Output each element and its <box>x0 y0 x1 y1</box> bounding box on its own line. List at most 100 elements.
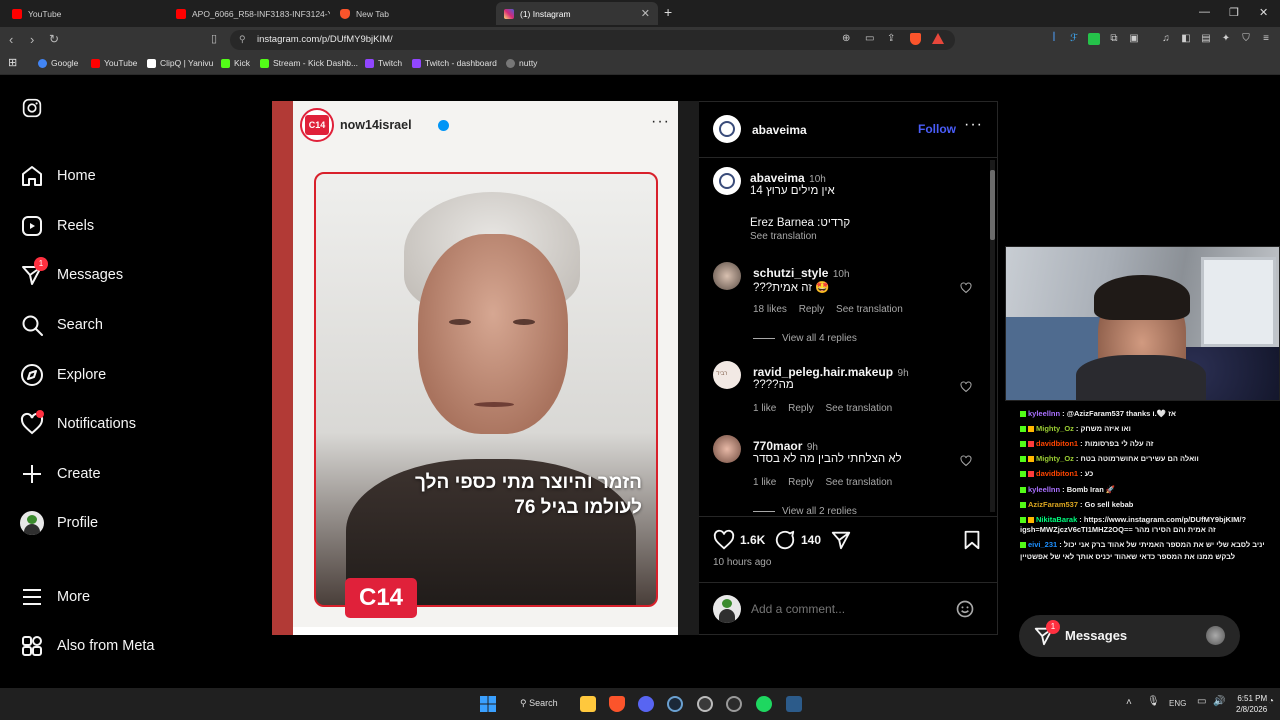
instagram-logo-icon[interactable] <box>22 98 42 118</box>
view-replies-button[interactable]: View all 2 replies <box>753 506 857 514</box>
comment-username[interactable]: schutzi_style <box>753 266 828 280</box>
bookmark-nutty[interactable]: nutty <box>506 58 537 68</box>
view-replies-button[interactable]: View all 4 replies <box>753 333 857 344</box>
bookmark-twitch[interactable]: Twitch <box>365 58 402 68</box>
forward-icon[interactable]: › <box>30 32 34 47</box>
comment-username[interactable]: ravid_peleg.hair.makeup <box>753 365 893 379</box>
translate-extension-icon[interactable]: ꟾ <box>1048 33 1060 45</box>
caption-avatar[interactable] <box>713 167 741 195</box>
network-icon[interactable]: ▭ <box>1197 696 1206 707</box>
windows-start-icon[interactable] <box>480 696 496 712</box>
bookmark-kick-dashboard[interactable]: Stream - Kick Dashb... <box>260 58 358 68</box>
apps-grid-icon[interactable]: ⊞ <box>8 56 17 69</box>
cast-icon[interactable]: ▭ <box>865 33 874 44</box>
see-translation-link[interactable]: See translation <box>826 403 893 414</box>
extension-box-icon[interactable]: ▣ <box>1128 33 1140 45</box>
like-comment-heart-icon[interactable] <box>960 455 972 467</box>
close-tab-icon[interactable]: ✕ <box>641 7 650 20</box>
nav-search[interactable]: Search <box>20 311 103 339</box>
menu-icon[interactable]: ≡ <box>1260 33 1272 45</box>
extension-icon[interactable]: ℱ <box>1068 33 1080 45</box>
post-media[interactable]: C14 now14israel ··· הזמר והיוצר מתי כספי… <box>272 101 699 635</box>
url-bar[interactable]: ⚲ instagram.com/p/DUfMY9bjKIM/ ⊕ ▭ ⇪ <box>230 30 955 50</box>
share-icon[interactable] <box>830 529 852 551</box>
comment-count[interactable]: 140 <box>801 533 821 547</box>
bookmark-google[interactable]: Google <box>38 58 78 68</box>
comment-likes[interactable]: 18 likes <box>753 304 787 315</box>
nav-home[interactable]: Home <box>20 162 96 190</box>
clock[interactable]: 6:51 PM 2/8/2026 <box>1236 693 1267 715</box>
nav-reels[interactable]: Reels <box>20 212 94 240</box>
nav-explore[interactable]: Explore <box>20 361 106 389</box>
wallet-icon[interactable]: ▤ <box>1200 33 1212 45</box>
spotify-icon[interactable] <box>756 696 772 712</box>
emoji-icon[interactable] <box>955 599 975 619</box>
taskbar-search[interactable]: ⚲ Search <box>520 698 558 709</box>
steam-icon[interactable] <box>667 696 683 712</box>
bookmark-clipq[interactable]: ClipQ | Yanivu <box>147 58 213 68</box>
tab-new-tab[interactable]: New Tab <box>332 2 494 25</box>
commenter-avatar[interactable]: רביד <box>713 361 741 389</box>
commenter-avatar[interactable] <box>713 435 741 463</box>
close-window-icon[interactable]: ✕ <box>1259 6 1268 19</box>
save-bookmark-icon[interactable] <box>961 529 983 551</box>
comment-username[interactable]: 770maor <box>753 439 802 453</box>
site-info-icon[interactable]: ⚲ <box>239 34 246 45</box>
microphone-icon[interactable]: 🎙 <box>1147 696 1160 707</box>
new-tab-icon[interactable]: + <box>664 4 672 20</box>
nav-create[interactable]: Create <box>20 460 101 488</box>
nav-profile[interactable]: Profile <box>20 509 98 537</box>
discord-icon[interactable] <box>638 696 654 712</box>
more-options-icon[interactable]: ··· <box>964 116 983 134</box>
app-icon[interactable] <box>786 696 802 712</box>
brave-icon[interactable] <box>609 696 625 712</box>
file-explorer-icon[interactable] <box>580 696 596 712</box>
brave-shields-icon[interactable] <box>910 33 921 45</box>
language-indicator[interactable]: ENG <box>1169 699 1186 708</box>
extension-green-icon[interactable] <box>1088 33 1100 45</box>
minimize-icon[interactable]: — <box>1199 6 1210 18</box>
obs-icon[interactable] <box>697 696 713 712</box>
add-comment-input[interactable] <box>751 600 941 618</box>
commenter-avatar[interactable] <box>713 262 741 290</box>
bookmark-twitch-dashboard[interactable]: Twitch - dashboard <box>412 58 497 68</box>
like-comment-heart-icon[interactable] <box>960 282 972 294</box>
see-translation-link[interactable]: See translation <box>836 304 903 315</box>
puzzle-icon[interactable]: ⧉ <box>1108 33 1120 45</box>
see-translation-link[interactable]: See translation <box>750 231 817 242</box>
nav-also-from-meta[interactable]: Also from Meta <box>20 632 155 660</box>
reply-button[interactable]: Reply <box>799 304 825 315</box>
see-translation-link[interactable]: See translation <box>826 477 893 488</box>
sidebar-toggle-icon[interactable]: ◧ <box>1180 33 1192 45</box>
tab-youtube[interactable]: YouTube <box>4 2 166 25</box>
reload-icon[interactable]: ↻ <box>49 32 59 46</box>
comment-likes[interactable]: 1 like <box>753 477 776 488</box>
brave-rewards-icon[interactable] <box>932 33 944 44</box>
nav-more[interactable]: More <box>20 583 90 611</box>
author-username[interactable]: abaveima <box>752 123 807 137</box>
scrollbar-thumb[interactable] <box>990 170 995 240</box>
comment-likes[interactable]: 1 like <box>753 403 776 414</box>
share-icon[interactable]: ⇪ <box>887 33 895 44</box>
zoom-icon[interactable]: ⊕ <box>842 33 850 44</box>
scrollbar-track[interactable] <box>990 160 995 512</box>
volume-icon[interactable]: 🔊 <box>1213 696 1225 707</box>
vpn-icon[interactable]: ⛉ <box>1240 33 1252 45</box>
reply-button[interactable]: Reply <box>788 403 814 414</box>
tray-chevron-icon[interactable]: ˄ <box>1126 697 1132 708</box>
media-icon[interactable]: ♫ <box>1160 33 1172 45</box>
follow-button[interactable]: Follow <box>918 122 956 136</box>
messages-floating-button[interactable]: 1 Messages <box>1019 615 1240 657</box>
author-avatar[interactable] <box>713 115 741 143</box>
notification-center-icon[interactable]: ◔ <box>1268 696 1274 707</box>
back-icon[interactable]: ‹ <box>9 32 13 47</box>
like-comment-heart-icon[interactable] <box>960 381 972 393</box>
bookmark-kick[interactable]: Kick <box>221 58 250 68</box>
comment-icon[interactable] <box>774 529 796 551</box>
nav-messages[interactable]: 1 Messages <box>20 257 123 289</box>
like-count[interactable]: 1.6K <box>740 533 765 547</box>
tab-apo[interactable]: APO_6066_R58-INF3183-INF3124-Y0 <box>168 2 330 25</box>
leo-ai-icon[interactable]: ✦ <box>1220 33 1232 45</box>
nav-notifications[interactable]: Notifications <box>20 410 136 438</box>
caption-username[interactable]: abaveima <box>750 171 805 185</box>
